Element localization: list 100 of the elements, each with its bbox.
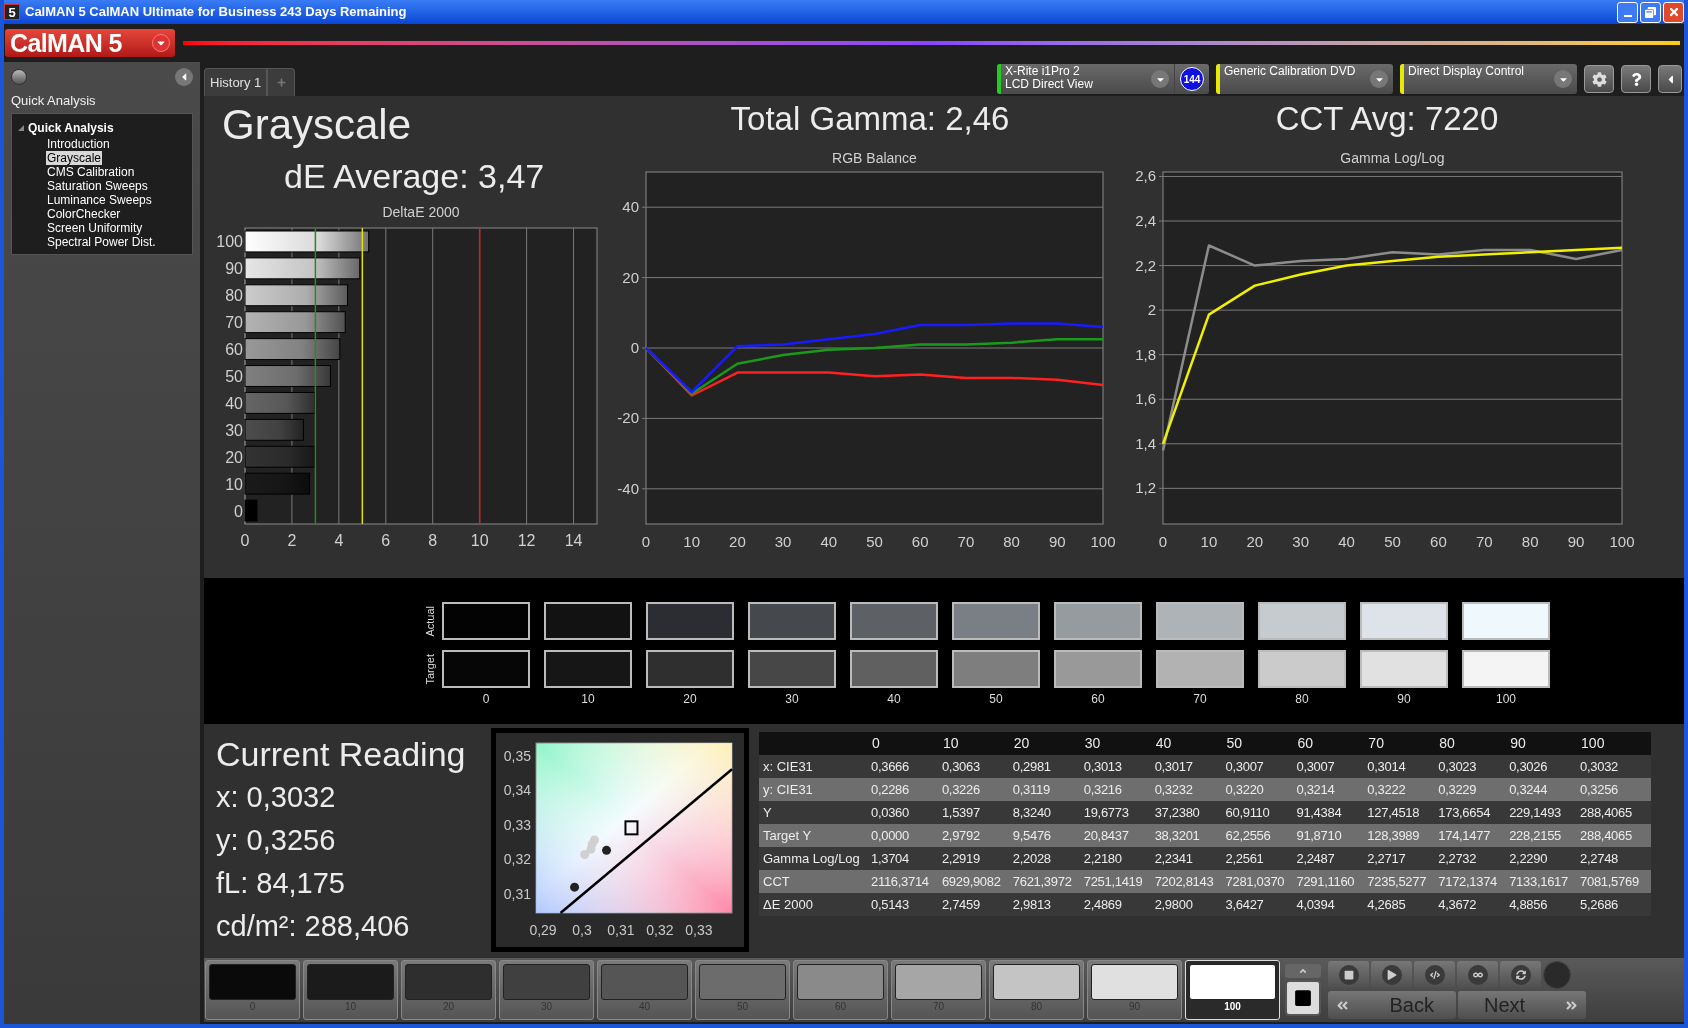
row-header: Gamma Log/Log [759,847,871,870]
reading-value: x: 0,3032 [216,780,337,815]
collapse-button[interactable] [175,68,193,86]
tree-item[interactable]: Introduction [46,136,111,151]
table-cell: 2,2487 [1296,847,1368,870]
swatch-label: 90 [1396,691,1412,708]
tree-item[interactable]: Grayscale [46,150,103,165]
axis-label: 90 [1048,533,1066,550]
table-cell: 4,8856 [1509,893,1581,916]
column-header: 10 [941,732,1013,755]
axis-label: 2 [1147,301,1156,319]
axis-label: 80 [225,287,243,305]
table-cell: 0,3013 [1083,755,1155,778]
column-header: 40 [1154,732,1226,755]
table-cell: 2,7459 [941,893,1013,916]
tree-item[interactable]: Spectral Power Dist. [46,234,157,249]
table-cell: 2,9813 [1012,893,1084,916]
axis-label: 80 [1003,533,1020,550]
axis-label: 0 [234,502,243,520]
axis-label: 6 [381,532,391,549]
double-chevron-left-icon [1336,998,1349,1012]
axis-label: 0,31 [607,922,635,938]
table-cell: 0,3017 [1154,755,1226,778]
stop-icon [1294,989,1312,1007]
device-dropdown[interactable]: X-Rite i1Pro 2 LCD Direct View 144 [997,64,1209,94]
table-cell: 228,2155 [1509,824,1581,847]
axis-label: 60 [1430,533,1447,550]
dropdown-icon [1554,70,1572,88]
tree-item[interactable]: Quick Analysis [28,118,114,137]
patch-mode-button[interactable] [1285,980,1321,1016]
add-tab-button[interactable] [267,68,296,96]
minimize-button[interactable] [1617,1,1638,23]
cct-heading: CCT Avg: 7220 [1274,99,1500,139]
brackets-icon [1429,970,1440,980]
reading-title: Current Reading [216,734,467,775]
refresh-button[interactable] [1500,961,1541,989]
patch-button[interactable]: 100 [1185,960,1280,1020]
table-cell: 7202,8143 [1154,870,1226,893]
table-cell: 37,2380 [1154,801,1226,824]
swatch-label: 60 [1090,691,1106,708]
row-header: Target Y [759,824,871,847]
column-header: 100 [1580,732,1651,755]
axis-label: 50 [1384,533,1401,550]
table-cell: 2,2341 [1154,847,1226,870]
play-icon [1386,970,1397,980]
axis-label: 10 [225,475,243,493]
page-title: Grayscale [221,100,413,150]
settings-icon [1591,71,1607,87]
table-cell: 0,3214 [1296,778,1368,801]
reading-value: cd/m²: 288,406 [216,909,411,944]
help-button[interactable] [1621,65,1651,93]
table-cell: 0,3007 [1225,755,1297,778]
measure-button[interactable] [1414,961,1455,989]
column-header: 50 [1225,732,1297,755]
window-title: CalMAN 5 CalMAN Ultimate for Business 243 Days Remaining [25,3,407,22]
tree-item[interactable]: Saturation Sweeps [46,178,149,193]
table-cell: 38,3201 [1154,824,1226,847]
device-dropdown[interactable]: Generic Calibration DVD [1216,64,1393,94]
double-chevron-right-icon [1565,998,1578,1012]
stop-button[interactable] [1328,961,1369,989]
help-icon [1629,72,1643,86]
device-dropdown[interactable]: Direct Display Control [1400,64,1577,94]
axis-label: 30 [1292,533,1310,550]
restore-button[interactable] [1640,1,1661,23]
tree-item[interactable]: Luminance Sweeps [46,192,153,207]
close-icon [1667,6,1680,18]
table-cell: 229,1493 [1509,801,1581,824]
axis-label: 2 [287,532,297,549]
axis-label: 8 [428,532,438,549]
device-label: LCD Direct View [1005,78,1094,91]
axis-label: 1,8 [1135,345,1156,363]
tree-item[interactable]: CMS Calibration [46,164,136,179]
tree-item[interactable]: ColorChecker [46,206,122,221]
swatch-label: 10 [580,691,596,708]
gamma-heading: Total Gamma: 2,46 [729,99,1011,139]
average-heading: dE Average: 3,47 [283,156,546,197]
table-cell: 0,0000 [871,824,942,847]
expander-icon[interactable] [18,124,24,131]
axis-label: 2,4 [1135,212,1156,229]
table-cell: 6929,9082 [941,870,1013,893]
close-button[interactable] [1663,1,1684,23]
loop-button[interactable] [1457,961,1498,989]
dropdown-icon [1370,70,1388,88]
tab[interactable]: History 1 [204,68,268,96]
table-cell: 7172,1374 [1438,870,1510,893]
table-cell: 2,2732 [1438,847,1510,870]
settings-button[interactable] [1584,65,1614,93]
chart-title: RGB Balance [832,150,917,166]
axis-label: 0 [1158,533,1168,550]
play-button[interactable] [1371,961,1412,989]
device-label: Generic Calibration DVD [1224,65,1357,78]
table-cell: 0,3226 [941,778,1013,801]
app-icon: 5 [4,4,20,20]
axis-label: 0,31 [503,885,531,902]
tree-item[interactable]: Screen Uniformity [46,220,144,235]
app-menu-button[interactable]: CalMAN 5 [5,29,175,57]
column-header: 80 [1438,732,1510,755]
back-arrow-button[interactable] [1658,65,1682,93]
axis-label: 30 [225,421,243,439]
axis-label: 14 [564,532,583,549]
